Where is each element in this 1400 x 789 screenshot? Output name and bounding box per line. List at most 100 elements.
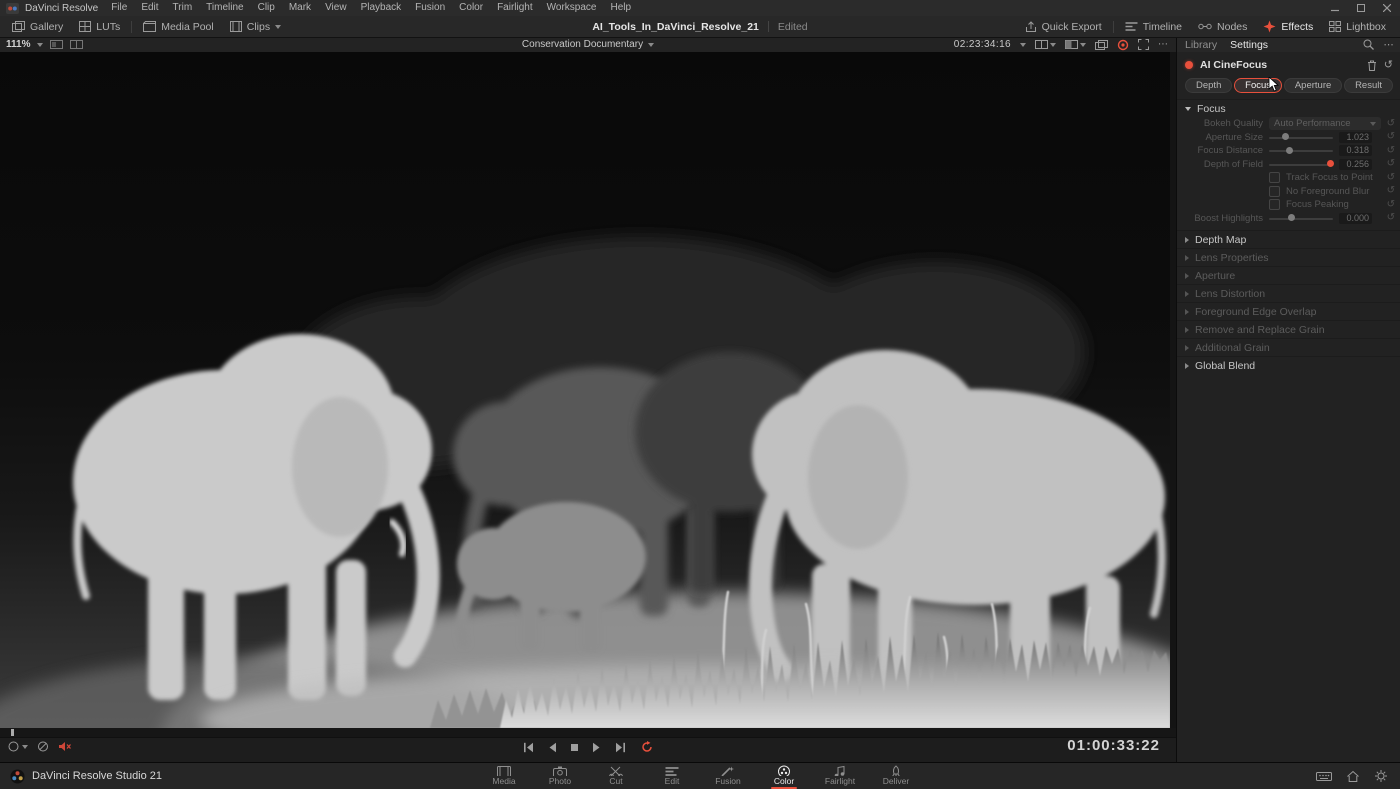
- timeline-name[interactable]: Conservation Documentary: [522, 39, 643, 50]
- page-deliver[interactable]: Deliver: [868, 763, 924, 789]
- maximize-button[interactable]: [1348, 0, 1374, 16]
- zoom-level[interactable]: 111%: [6, 39, 30, 50]
- play-reverse-button[interactable]: [547, 742, 557, 753]
- single-viewer-icon[interactable]: [50, 40, 63, 49]
- depth-of-field-slider[interactable]: [1269, 158, 1333, 171]
- gallery-button[interactable]: Gallery: [4, 16, 71, 37]
- pill-focus[interactable]: Focus: [1234, 78, 1282, 93]
- pill-result[interactable]: Result: [1344, 78, 1393, 93]
- focus-distance-slider[interactable]: [1269, 144, 1333, 157]
- page-fusion[interactable]: Fusion: [700, 763, 756, 789]
- zoom-chevron-icon[interactable]: [37, 43, 43, 47]
- section-focus[interactable]: Focus: [1177, 99, 1400, 117]
- focus-peaking-checkbox[interactable]: [1269, 199, 1280, 210]
- play-button[interactable]: [592, 742, 602, 753]
- media-pool-button[interactable]: Media Pool: [135, 16, 222, 37]
- row-reset-icon[interactable]: ↺: [1387, 132, 1395, 142]
- slider-track[interactable]: [1269, 150, 1333, 152]
- quick-export-button[interactable]: Quick Export: [1017, 16, 1110, 37]
- panel-more-icon[interactable]: ⋯: [1384, 39, 1395, 51]
- row-reset-icon[interactable]: ↺: [1387, 173, 1395, 183]
- section-additional-grain[interactable]: Additional Grain: [1177, 338, 1400, 356]
- row-reset-icon[interactable]: ↺: [1387, 159, 1395, 169]
- first-frame-button[interactable]: [522, 742, 534, 753]
- timeline-scrubber[interactable]: [0, 728, 1176, 738]
- menu-color[interactable]: Color: [452, 0, 490, 16]
- delete-effect-button[interactable]: [1367, 60, 1377, 71]
- effect-reset-button[interactable]: ↺: [1384, 60, 1393, 70]
- menu-workspace[interactable]: Workspace: [540, 0, 604, 16]
- tab-settings[interactable]: Settings: [1230, 39, 1268, 51]
- effects-button[interactable]: Effects: [1255, 16, 1321, 37]
- row-reset-icon[interactable]: ↺: [1387, 146, 1395, 156]
- slider-thumb[interactable]: [1282, 133, 1289, 140]
- home-icon[interactable]: [1346, 770, 1360, 783]
- page-photo[interactable]: Photo: [532, 763, 588, 789]
- menu-fairlight[interactable]: Fairlight: [490, 0, 540, 16]
- split-screen-control[interactable]: [1035, 40, 1056, 49]
- slider-thumb[interactable]: [1288, 214, 1295, 221]
- pill-aperture[interactable]: Aperture: [1284, 78, 1342, 93]
- page-color[interactable]: Color: [756, 763, 812, 789]
- menu-help[interactable]: Help: [603, 0, 638, 16]
- minimize-button[interactable]: [1322, 0, 1348, 16]
- timeline-button[interactable]: Timeline: [1117, 16, 1190, 37]
- fullscreen-icon[interactable]: [1138, 39, 1149, 50]
- menu-fusion[interactable]: Fusion: [408, 0, 452, 16]
- control-panel-icon[interactable]: [1316, 770, 1332, 782]
- viewer-canvas[interactable]: [0, 52, 1176, 728]
- row-reset-icon[interactable]: ↺: [1387, 119, 1395, 129]
- close-button[interactable]: [1374, 0, 1400, 16]
- bokeh-quality-dropdown[interactable]: Auto Performance: [1269, 117, 1381, 130]
- boost-highlights-slider[interactable]: [1269, 212, 1333, 225]
- row-reset-icon[interactable]: ↺: [1387, 213, 1395, 223]
- compare-icon[interactable]: [1095, 40, 1108, 50]
- luts-button[interactable]: LUTs: [71, 16, 128, 37]
- menu-clip[interactable]: Clip: [251, 0, 282, 16]
- enhanced-viewer-icon[interactable]: [1117, 39, 1129, 51]
- section-foreground-edge-overlap[interactable]: Foreground Edge Overlap: [1177, 302, 1400, 320]
- section-lens-properties[interactable]: Lens Properties: [1177, 248, 1400, 266]
- nodes-button[interactable]: Nodes: [1190, 16, 1255, 37]
- section-lens-distortion[interactable]: Lens Distortion: [1177, 284, 1400, 302]
- timecode-chevron-icon[interactable]: [1020, 43, 1026, 47]
- tab-library[interactable]: Library: [1185, 39, 1217, 51]
- clips-button[interactable]: Clips: [222, 16, 289, 37]
- page-fairlight[interactable]: Fairlight: [812, 763, 868, 789]
- viewer-more-icon[interactable]: ⋯: [1158, 39, 1168, 50]
- boost-highlights-value[interactable]: 0.000: [1339, 213, 1372, 224]
- effect-enable-toggle[interactable]: [1185, 61, 1193, 69]
- pill-depth[interactable]: Depth: [1185, 78, 1232, 93]
- row-reset-icon[interactable]: ↺: [1387, 186, 1395, 196]
- menu-edit[interactable]: Edit: [134, 0, 165, 16]
- menu-file[interactable]: File: [104, 0, 134, 16]
- playhead[interactable]: [11, 729, 14, 736]
- timeline-chevron-icon[interactable]: [648, 43, 654, 47]
- section-global-blend[interactable]: Global Blend: [1177, 356, 1400, 374]
- section-depth-map[interactable]: Depth Map: [1177, 230, 1400, 248]
- aperture-size-slider[interactable]: [1269, 131, 1333, 144]
- loop-playback-button[interactable]: [640, 741, 654, 753]
- menu-trim[interactable]: Trim: [166, 0, 200, 16]
- lightbox-button[interactable]: Lightbox: [1321, 16, 1394, 37]
- split-viewer-icon[interactable]: [70, 40, 83, 49]
- image-wipe-control[interactable]: [1065, 40, 1086, 49]
- menu-playback[interactable]: Playback: [354, 0, 409, 16]
- stop-button[interactable]: [570, 742, 579, 753]
- settings-gear-icon[interactable]: [1374, 769, 1388, 783]
- slider-track[interactable]: [1269, 218, 1333, 220]
- track-focus-checkbox[interactable]: [1269, 172, 1280, 183]
- menu-timeline[interactable]: Timeline: [199, 0, 250, 16]
- aperture-size-value[interactable]: 1.023: [1339, 132, 1372, 143]
- section-aperture[interactable]: Aperture: [1177, 266, 1400, 284]
- row-reset-icon[interactable]: ↺: [1387, 200, 1395, 210]
- menu-app-name[interactable]: DaVinci Resolve: [23, 3, 104, 14]
- search-icon[interactable]: [1363, 39, 1374, 50]
- page-edit[interactable]: Edit: [644, 763, 700, 789]
- slider-track[interactable]: [1269, 137, 1333, 139]
- section-remove-replace-grain[interactable]: Remove and Replace Grain: [1177, 320, 1400, 338]
- slider-thumb[interactable]: [1286, 147, 1293, 154]
- page-media[interactable]: Media: [476, 763, 532, 789]
- depth-of-field-value[interactable]: 0.256: [1339, 159, 1372, 170]
- focus-distance-value[interactable]: 0.318: [1339, 145, 1372, 156]
